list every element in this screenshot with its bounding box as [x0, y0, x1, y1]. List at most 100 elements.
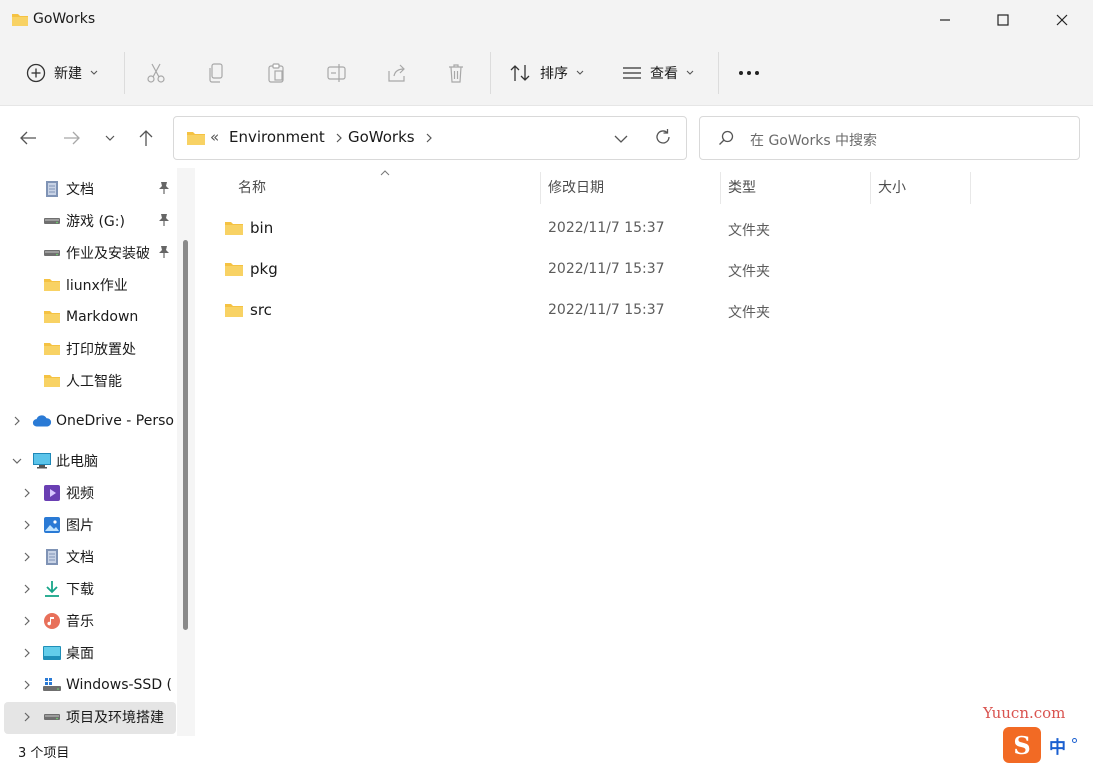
- column-divider[interactable]: [720, 172, 721, 204]
- sidebar-item-homework-drive[interactable]: 作业及安装破: [42, 238, 150, 268]
- chevron-right-icon[interactable]: [20, 486, 34, 500]
- chevron-right-icon[interactable]: [20, 678, 34, 692]
- share-button[interactable]: [386, 54, 408, 92]
- column-header-date[interactable]: 修改日期: [548, 168, 604, 206]
- column-header-type[interactable]: 类型: [728, 168, 756, 206]
- column-divider[interactable]: [540, 172, 541, 204]
- refresh-button[interactable]: [654, 128, 672, 150]
- sidebar-item-label: OneDrive - Perso: [56, 413, 174, 429]
- overflow-chevron-icon[interactable]: «: [210, 128, 219, 146]
- share-icon: [388, 64, 405, 82]
- file-type: 文件夹: [728, 223, 770, 239]
- sidebar-item-games-drive[interactable]: 游戏 (G:): [42, 206, 125, 236]
- chevron-right-icon[interactable]: [20, 614, 34, 628]
- chevron-right-icon[interactable]: [20, 710, 34, 724]
- sidebar-item-project-drive[interactable]: 项目及环境搭建: [42, 702, 164, 732]
- chevron-right-icon[interactable]: [336, 133, 342, 143]
- sidebar-item-ai[interactable]: 人工智能: [42, 366, 122, 396]
- sidebar-item-label: 文档: [66, 182, 94, 198]
- sort-label: 排序: [540, 66, 568, 82]
- address-dropdown-button[interactable]: [614, 131, 628, 147]
- arrow-right-icon: [64, 131, 80, 145]
- table-row[interactable]: bin 2022/11/7 15:37 文件夹: [196, 211, 1093, 247]
- column-divider[interactable]: [970, 172, 971, 204]
- breadcrumb-goworks[interactable]: GoWorks: [348, 128, 415, 146]
- back-button[interactable]: [16, 127, 40, 149]
- column-header-size[interactable]: 大小: [878, 168, 906, 206]
- sidebar-item-liunx[interactable]: liunx作业: [42, 270, 128, 300]
- new-button[interactable]: 新建: [26, 54, 98, 92]
- sidebar-item-downloads[interactable]: 下载: [42, 574, 94, 604]
- sidebar-item-documents-quick[interactable]: 文档: [42, 174, 94, 204]
- sidebar-item-markdown[interactable]: Markdown: [42, 302, 138, 332]
- sidebar-item-label: 文档: [66, 550, 94, 566]
- maximize-button[interactable]: [974, 0, 1032, 40]
- sidebar-item-windows-ssd[interactable]: Windows-SSD (: [42, 670, 172, 700]
- chevron-right-icon[interactable]: [20, 550, 34, 564]
- folder-icon: [42, 275, 62, 295]
- pin-icon[interactable]: [158, 213, 170, 231]
- ime-indicator[interactable]: S 中: [1003, 727, 1093, 763]
- sidebar-item-label: 音乐: [66, 614, 94, 630]
- search-box[interactable]: 在 GoWorks 中搜索: [699, 116, 1080, 160]
- trash-icon: [449, 64, 463, 83]
- paste-button[interactable]: [266, 54, 286, 92]
- pin-icon[interactable]: [158, 245, 170, 263]
- sidebar-item-documents[interactable]: 文档: [42, 542, 94, 572]
- desktop-icon: [42, 643, 62, 663]
- sidebar-item-label: 作业及安装破: [66, 246, 150, 262]
- file-list: 名称 修改日期 类型 大小 bin 2022/11/7 15:37 文件夹 pk…: [196, 168, 1093, 736]
- copy-button[interactable]: [206, 54, 226, 92]
- ime-logo-icon: S: [1003, 727, 1041, 763]
- view-button[interactable]: 查看: [622, 54, 694, 92]
- file-type: 文件夹: [728, 264, 770, 280]
- search-placeholder: 在 GoWorks 中搜索: [750, 133, 878, 149]
- sidebar-item-print[interactable]: 打印放置处: [42, 334, 136, 364]
- cut-button[interactable]: [146, 54, 166, 92]
- delete-button[interactable]: [446, 54, 466, 92]
- sidebar-item-label: 下载: [66, 582, 94, 598]
- file-date: 2022/11/7 15:37: [548, 220, 665, 236]
- sidebar-item-onedrive[interactable]: OneDrive - Perso: [32, 406, 174, 436]
- address-bar[interactable]: « Environment GoWorks: [173, 116, 687, 160]
- sidebar-scrollbar-thumb[interactable]: [183, 240, 188, 630]
- column-divider[interactable]: [870, 172, 871, 204]
- sidebar-item-this-pc[interactable]: 此电脑: [32, 446, 98, 476]
- toolbar-divider: [490, 52, 491, 94]
- chevron-down-icon[interactable]: [10, 454, 24, 468]
- minimize-button[interactable]: [916, 0, 974, 40]
- column-header-name[interactable]: 名称: [238, 168, 266, 206]
- up-button[interactable]: [134, 127, 158, 149]
- recent-locations-button[interactable]: [98, 127, 122, 149]
- cloud-icon: [32, 411, 52, 431]
- sidebar-item-desktop[interactable]: 桌面: [42, 638, 94, 668]
- folder-icon: [42, 371, 62, 391]
- chevron-right-icon[interactable]: [20, 518, 34, 532]
- folder-icon: [225, 222, 243, 235]
- sort-icon: [510, 65, 530, 81]
- rename-icon: [327, 64, 346, 82]
- folder-icon: [42, 339, 62, 359]
- forward-button[interactable]: [60, 127, 84, 149]
- breadcrumb-environment[interactable]: Environment: [229, 128, 325, 146]
- table-row[interactable]: src 2022/11/7 15:37 文件夹: [196, 293, 1093, 329]
- chevron-right-icon[interactable]: [20, 646, 34, 660]
- chevron-right-icon[interactable]: [10, 414, 24, 428]
- sort-up-icon: [380, 170, 390, 176]
- toolbar-divider: [718, 52, 719, 94]
- table-row[interactable]: pkg 2022/11/7 15:37 文件夹: [196, 252, 1093, 288]
- chevron-right-icon[interactable]: [426, 133, 432, 143]
- file-name: bin: [250, 219, 274, 237]
- pin-icon[interactable]: [158, 181, 170, 199]
- document-icon: [42, 179, 62, 199]
- sidebar-item-videos[interactable]: 视频: [42, 478, 94, 508]
- sidebar-item-pictures[interactable]: 图片: [42, 510, 94, 540]
- chevron-right-icon[interactable]: [20, 582, 34, 596]
- music-icon: [42, 611, 62, 631]
- rename-button[interactable]: [326, 54, 348, 92]
- close-button[interactable]: [1033, 0, 1091, 40]
- sort-button[interactable]: 排序: [510, 54, 584, 92]
- more-options-button[interactable]: [738, 54, 760, 92]
- sidebar-item-label: Windows-SSD (: [66, 677, 173, 693]
- sidebar-item-music[interactable]: 音乐: [42, 606, 94, 636]
